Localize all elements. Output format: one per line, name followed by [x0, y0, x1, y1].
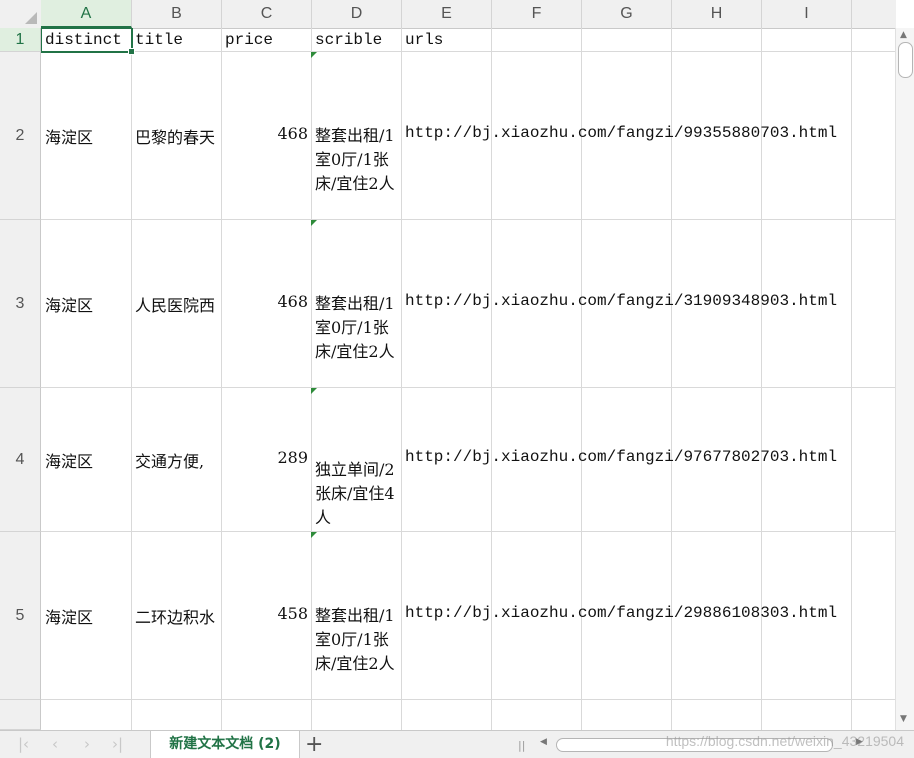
- sheet-tab-bar: |‹ ‹ › ›| 新建文本文档 (2) + || ◀ ▶ https://bl…: [0, 730, 914, 758]
- cell-e1[interactable]: urls: [405, 28, 491, 52]
- cell-b5[interactable]: 二环边积水: [135, 604, 221, 628]
- comment-indicator: [311, 52, 317, 58]
- cell-a2[interactable]: 海淀区: [45, 124, 131, 148]
- first-sheet-icon[interactable]: |‹: [18, 735, 29, 753]
- cell-a5[interactable]: 海淀区: [45, 604, 131, 628]
- cell-a3[interactable]: 海淀区: [45, 292, 131, 316]
- scroll-left-arrow-icon[interactable]: ◀: [540, 737, 547, 747]
- column-header-bar: A B C D E F G H I: [0, 0, 896, 29]
- row-header-5[interactable]: 5: [0, 532, 41, 700]
- vertical-scrollbar[interactable]: ▲ ▼: [895, 28, 914, 730]
- cell-d4[interactable]: 独立单间/2张床/宜住4人: [315, 458, 399, 530]
- cell-d3[interactable]: 整套出租/1室0厅/1张床/宜住2人: [315, 292, 399, 364]
- cell-b2[interactable]: 巴黎的春天: [135, 124, 221, 148]
- column-header-h[interactable]: H: [672, 0, 762, 28]
- select-all-corner[interactable]: [0, 0, 42, 28]
- row-header-4[interactable]: 4: [0, 388, 41, 532]
- watermark: https://blog.csdn.net/weixin_43219504: [665, 733, 904, 749]
- row-header-1[interactable]: 1: [0, 28, 41, 52]
- comment-indicator: [311, 220, 317, 226]
- last-sheet-icon[interactable]: ›|: [112, 735, 123, 753]
- splitter-icon[interactable]: ||: [518, 739, 525, 752]
- scroll-down-arrow-icon[interactable]: ▼: [900, 714, 907, 724]
- comment-indicator: [311, 388, 317, 394]
- cell-c1[interactable]: price: [225, 28, 311, 52]
- cell-a1[interactable]: distinct: [41, 28, 133, 53]
- comment-indicator: [311, 532, 317, 538]
- column-header-g[interactable]: G: [582, 0, 672, 28]
- next-sheet-icon[interactable]: ›: [84, 735, 90, 753]
- cell-e2[interactable]: http://bj.xiaozhu.com/fangzi/99355880703…: [405, 124, 855, 142]
- row-header-3[interactable]: 3: [0, 220, 41, 388]
- column-header-b[interactable]: B: [132, 0, 222, 28]
- cell-b3[interactable]: 人民医院西: [135, 292, 221, 316]
- cell-b1[interactable]: title: [135, 28, 221, 52]
- add-sheet-icon[interactable]: +: [305, 732, 323, 757]
- column-header-a[interactable]: A: [41, 0, 132, 28]
- column-header-d[interactable]: D: [312, 0, 402, 28]
- cell-d2[interactable]: 整套出租/1室0厅/1张床/宜住2人: [315, 124, 399, 196]
- cell-e3[interactable]: http://bj.xiaozhu.com/fangzi/31909348903…: [405, 292, 855, 310]
- spreadsheet: A B C D E F G H I 1 2 3 4 5 distinct tit…: [0, 0, 914, 758]
- cell-grid[interactable]: distinct title price scrible urls 海淀区 巴黎…: [41, 28, 896, 730]
- cell-d5[interactable]: 整套出租/1室0厅/1张床/宜住2人: [315, 604, 399, 676]
- scroll-up-arrow-icon[interactable]: ▲: [900, 30, 907, 40]
- column-header-e[interactable]: E: [402, 0, 492, 28]
- cell-e5[interactable]: http://bj.xiaozhu.com/fangzi/29886108303…: [405, 604, 855, 622]
- cell-a4[interactable]: 海淀区: [45, 448, 131, 472]
- cell-b4[interactable]: 交通方便,: [135, 448, 221, 472]
- row-header-6[interactable]: [0, 700, 41, 730]
- cell-c5[interactable]: 458: [221, 604, 308, 623]
- vertical-scroll-thumb[interactable]: [898, 42, 913, 78]
- fill-handle[interactable]: [128, 48, 135, 55]
- prev-sheet-icon[interactable]: ‹: [52, 735, 58, 753]
- row-header-2[interactable]: 2: [0, 52, 41, 220]
- column-header-f[interactable]: F: [492, 0, 582, 28]
- cell-c2[interactable]: 468: [221, 124, 308, 143]
- cell-e4[interactable]: http://bj.xiaozhu.com/fangzi/97677802703…: [405, 448, 855, 466]
- cell-d1[interactable]: scrible: [315, 28, 401, 52]
- column-header-i[interactable]: I: [762, 0, 852, 28]
- cell-c3[interactable]: 468: [221, 292, 308, 311]
- sheet-tab[interactable]: 新建文本文档 (2): [150, 731, 300, 758]
- column-header-c[interactable]: C: [222, 0, 312, 28]
- cell-c4[interactable]: 289: [221, 448, 308, 467]
